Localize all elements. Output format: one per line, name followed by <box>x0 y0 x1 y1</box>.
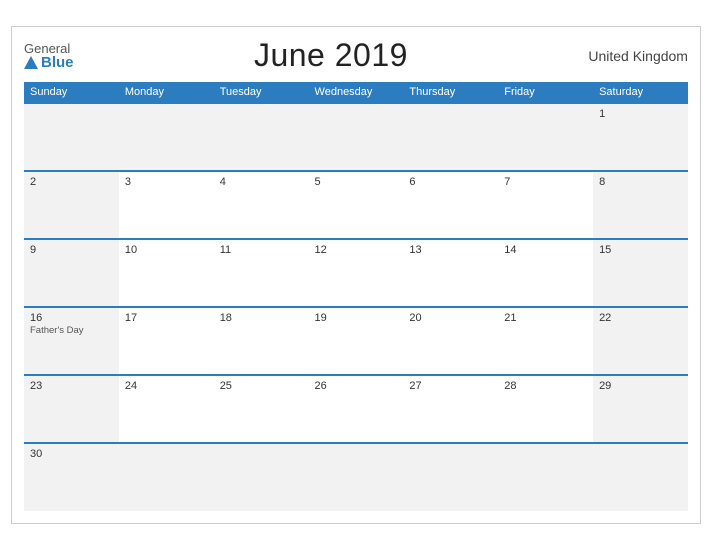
calendar-cell <box>119 103 214 171</box>
calendar-cell: 5 <box>309 171 404 239</box>
day-number: 7 <box>504 176 587 188</box>
calendar-title: June 2019 <box>254 37 408 74</box>
calendar-cell: 25 <box>214 375 309 443</box>
calendar: General Blue June 2019 United Kingdom Su… <box>11 26 701 524</box>
calendar-cell <box>498 443 593 511</box>
col-header-saturday: Saturday <box>593 82 688 103</box>
calendar-cell: 22 <box>593 307 688 375</box>
logo-triangle-icon <box>24 56 38 69</box>
calendar-cell <box>498 103 593 171</box>
day-number: 13 <box>409 244 492 256</box>
calendar-thead: Sunday Monday Tuesday Wednesday Thursday… <box>24 82 688 103</box>
calendar-cell <box>403 103 498 171</box>
day-number: 2 <box>30 176 113 188</box>
calendar-cell: 12 <box>309 239 404 307</box>
col-header-friday: Friday <box>498 82 593 103</box>
calendar-cell: 11 <box>214 239 309 307</box>
calendar-cell: 28 <box>498 375 593 443</box>
calendar-cell: 19 <box>309 307 404 375</box>
calendar-cell: 23 <box>24 375 119 443</box>
calendar-week-row: 23 24 25 26 27 28 29 <box>24 375 688 443</box>
col-header-monday: Monday <box>119 82 214 103</box>
calendar-cell <box>214 103 309 171</box>
calendar-cell: 16Father's Day <box>24 307 119 375</box>
calendar-header: General Blue June 2019 United Kingdom <box>24 37 688 74</box>
calendar-cell: 29 <box>593 375 688 443</box>
calendar-cell <box>309 443 404 511</box>
calendar-cell: 1 <box>593 103 688 171</box>
day-number: 20 <box>409 312 492 324</box>
calendar-cell <box>593 443 688 511</box>
calendar-cell: 4 <box>214 171 309 239</box>
day-number: 29 <box>599 380 682 392</box>
col-header-thursday: Thursday <box>403 82 498 103</box>
col-header-sunday: Sunday <box>24 82 119 103</box>
calendar-cell: 21 <box>498 307 593 375</box>
calendar-cell: 7 <box>498 171 593 239</box>
day-number: 17 <box>125 312 208 324</box>
calendar-week-row: 9 10 11 12 13 14 15 <box>24 239 688 307</box>
calendar-cell: 17 <box>119 307 214 375</box>
calendar-cell: 2 <box>24 171 119 239</box>
day-number: 18 <box>220 312 303 324</box>
day-number: 27 <box>409 380 492 392</box>
calendar-week-row: 30 <box>24 443 688 511</box>
calendar-week-row: 16Father's Day 17 18 19 20 21 22 <box>24 307 688 375</box>
calendar-cell: 14 <box>498 239 593 307</box>
day-number: 16 <box>30 312 113 324</box>
calendar-table: Sunday Monday Tuesday Wednesday Thursday… <box>24 82 688 511</box>
calendar-cell <box>309 103 404 171</box>
col-header-tuesday: Tuesday <box>214 82 309 103</box>
calendar-cell: 30 <box>24 443 119 511</box>
day-number: 22 <box>599 312 682 324</box>
day-number: 28 <box>504 380 587 392</box>
day-number: 24 <box>125 380 208 392</box>
calendar-cell: 27 <box>403 375 498 443</box>
day-number: 12 <box>315 244 398 256</box>
day-number: 5 <box>315 176 398 188</box>
day-number: 14 <box>504 244 587 256</box>
calendar-week-row: 1 <box>24 103 688 171</box>
calendar-cell <box>119 443 214 511</box>
calendar-cell: 20 <box>403 307 498 375</box>
logo-blue-text: Blue <box>24 55 74 70</box>
day-number: 26 <box>315 380 398 392</box>
day-number: 8 <box>599 176 682 188</box>
day-number: 19 <box>315 312 398 324</box>
calendar-cell: 26 <box>309 375 404 443</box>
day-number: 11 <box>220 244 303 256</box>
calendar-cell: 6 <box>403 171 498 239</box>
calendar-cell <box>403 443 498 511</box>
calendar-cell: 8 <box>593 171 688 239</box>
calendar-cell: 13 <box>403 239 498 307</box>
logo-general-text: General <box>24 42 74 55</box>
day-number: 4 <box>220 176 303 188</box>
calendar-week-row: 2345678 <box>24 171 688 239</box>
day-number: 10 <box>125 244 208 256</box>
day-number: 9 <box>30 244 113 256</box>
calendar-cell: 15 <box>593 239 688 307</box>
calendar-region: United Kingdom <box>588 48 688 64</box>
day-number: 3 <box>125 176 208 188</box>
calendar-cell <box>214 443 309 511</box>
day-number: 15 <box>599 244 682 256</box>
day-number: 23 <box>30 380 113 392</box>
col-header-wednesday: Wednesday <box>309 82 404 103</box>
calendar-header-row: Sunday Monday Tuesday Wednesday Thursday… <box>24 82 688 103</box>
logo: General Blue <box>24 42 74 70</box>
calendar-cell <box>24 103 119 171</box>
calendar-cell: 18 <box>214 307 309 375</box>
calendar-cell: 9 <box>24 239 119 307</box>
day-number: 30 <box>30 448 113 460</box>
calendar-body: 12345678910111213141516Father's Day17181… <box>24 103 688 511</box>
day-number: 21 <box>504 312 587 324</box>
day-number: 25 <box>220 380 303 392</box>
calendar-cell: 3 <box>119 171 214 239</box>
day-event: Father's Day <box>30 325 113 336</box>
calendar-cell: 10 <box>119 239 214 307</box>
calendar-cell: 24 <box>119 375 214 443</box>
day-number: 6 <box>409 176 492 188</box>
day-number: 1 <box>599 108 682 120</box>
